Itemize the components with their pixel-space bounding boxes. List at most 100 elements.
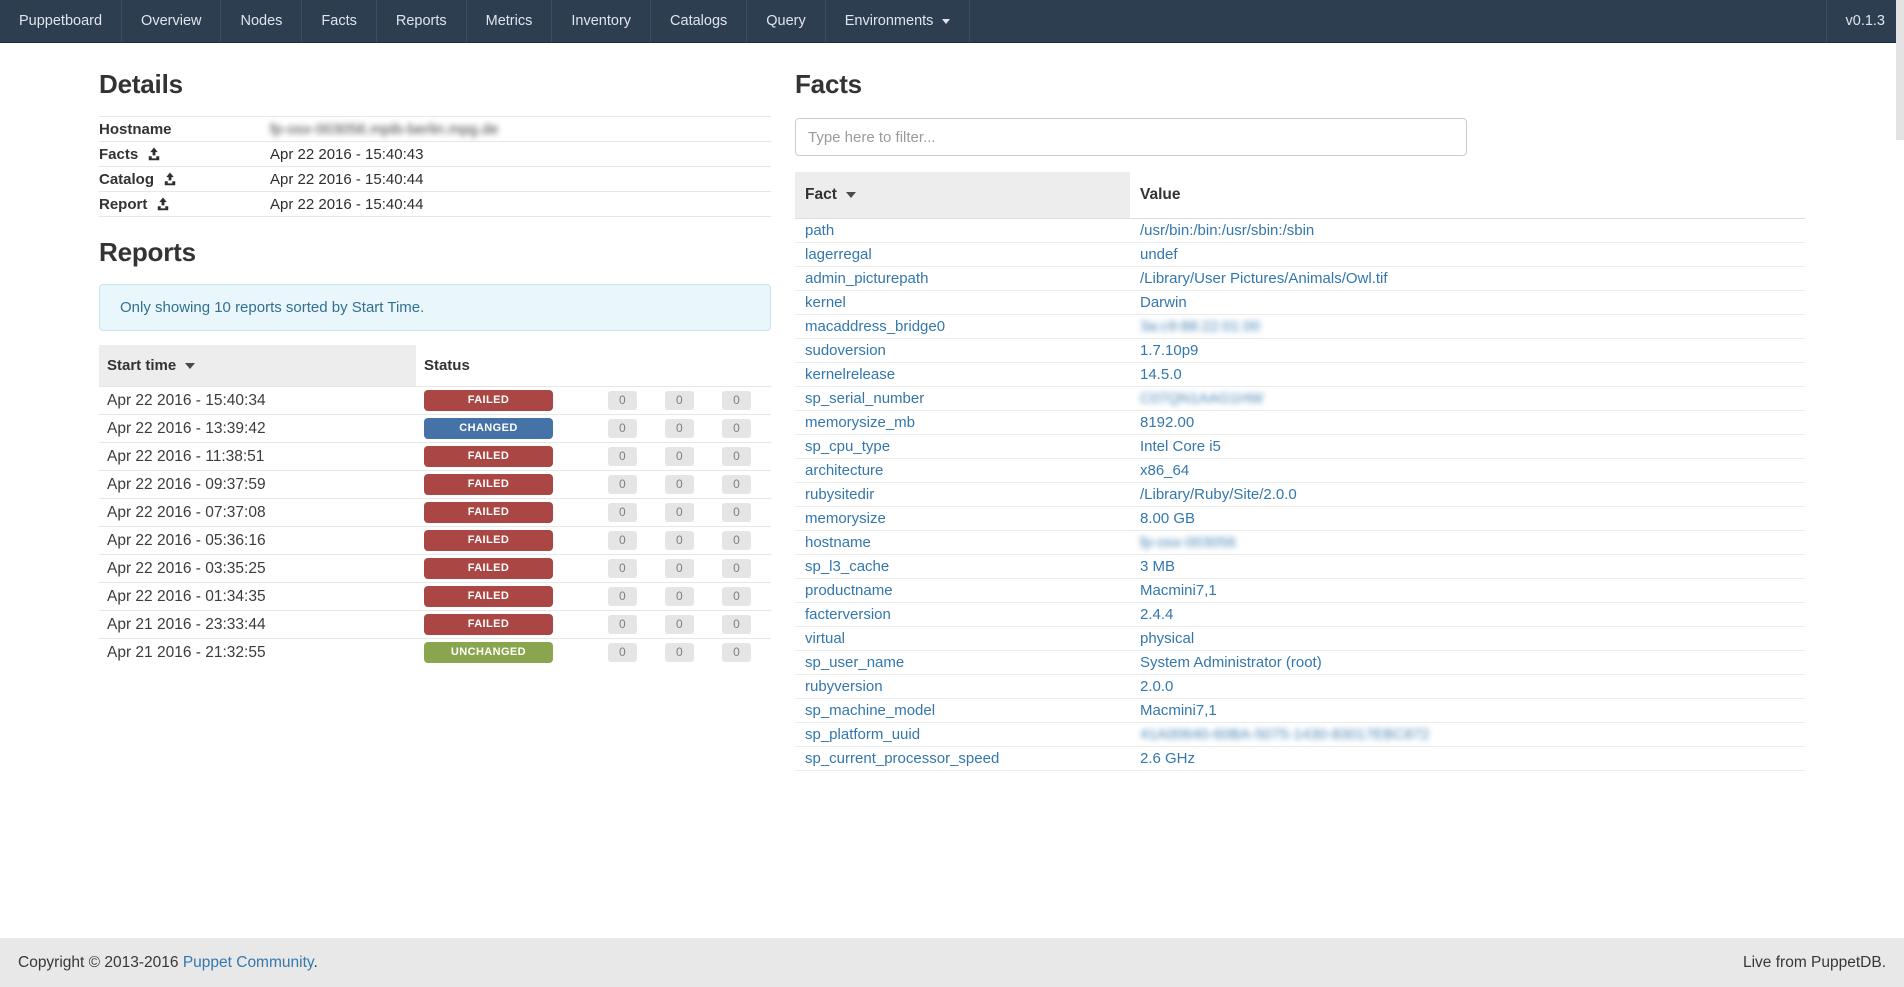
status-badge: CHANGED <box>424 418 553 439</box>
fact-name-link[interactable]: sp_cpu_type <box>805 438 890 455</box>
fact-value-link[interactable]: undef <box>1140 246 1178 263</box>
nav-item[interactable]: Overview <box>122 0 221 42</box>
fact-name-link[interactable]: architecture <box>805 462 883 479</box>
fact-value-link[interactable]: Macmini7,1 <box>1140 702 1217 719</box>
scrollbar-thumb[interactable] <box>1896 0 1904 140</box>
facts-table: Fact Value path /usr/bin:/bin:/usr/sbi <box>795 172 1805 771</box>
fact-name-link[interactable]: kernel <box>805 294 846 311</box>
nav-item-label: Overview <box>141 13 201 29</box>
fact-value-link[interactable]: 3a:c9:88:22:01:00 <box>1140 318 1260 335</box>
count-badge: 0 <box>722 615 751 634</box>
fact-value-cell: Macmini7,1 <box>1130 579 1805 603</box>
fact-row: virtual physical <box>795 627 1805 651</box>
facts-header-value[interactable]: Value <box>1130 172 1805 219</box>
count-badge: 0 <box>722 447 751 466</box>
fact-value-cell: Darwin <box>1130 291 1805 315</box>
details-row: Facts Apr 22 2016 - 15:40:43 <box>99 142 771 167</box>
fact-value-cell: Macmini7,1 <box>1130 699 1805 723</box>
fact-value-cell: Intel Core i5 <box>1130 435 1805 459</box>
fact-value-link[interactable]: Macmini7,1 <box>1140 582 1217 599</box>
main-content: Details Hostname fp-osx-003056.mpib-ber <box>0 43 1904 771</box>
fact-value-cell: undef <box>1130 243 1805 267</box>
fact-value-link[interactable]: x86_64 <box>1140 462 1189 479</box>
fact-value-link[interactable]: C07QN1AAG1HW <box>1140 390 1263 407</box>
fact-name-link[interactable]: sp_l3_cache <box>805 558 889 575</box>
fact-value-link[interactable]: 14.5.0 <box>1140 366 1182 383</box>
fact-name-link[interactable]: sp_current_processor_speed <box>805 750 999 767</box>
fact-name-link[interactable]: hostname <box>805 534 871 551</box>
nav-item[interactable]: Nodes <box>221 0 302 42</box>
facts-filter-input[interactable] <box>795 118 1467 156</box>
navbar-brand[interactable]: Puppetboard <box>0 0 122 42</box>
count-badge: 0 <box>665 531 694 550</box>
nav-item[interactable]: Facts <box>302 0 376 42</box>
fact-name-link[interactable]: productname <box>805 582 893 599</box>
fact-name-link[interactable]: kernelrelease <box>805 366 895 383</box>
fact-name-link[interactable]: sp_user_name <box>805 654 904 671</box>
status-badge: FAILED <box>424 446 553 467</box>
fact-value-link[interactable]: 2.0.0 <box>1140 678 1173 695</box>
report-status-cell: FAILED <box>416 443 600 471</box>
reports-header-start-time[interactable]: Start time <box>99 345 416 387</box>
fact-name-link[interactable]: memorysize_mb <box>805 414 915 431</box>
fact-value-link[interactable]: 41A00640-60BA-5075-1430-83017EBC872 <box>1140 726 1429 743</box>
reports-table: Start time Status Apr 22 2016 - 15:40:34… <box>99 345 771 666</box>
puppet-community-link[interactable]: Puppet Community <box>183 954 314 971</box>
fact-name-link[interactable]: memorysize <box>805 510 886 527</box>
report-status-cell: FAILED <box>416 471 600 499</box>
fact-name-link[interactable]: macaddress_bridge0 <box>805 318 945 335</box>
fact-value-link[interactable]: Intel Core i5 <box>1140 438 1221 455</box>
nav-item[interactable]: Metrics <box>467 0 553 42</box>
facts-header-fact[interactable]: Fact <box>795 172 1130 219</box>
fact-row: architecture x86_64 <box>795 459 1805 483</box>
fact-value-link[interactable]: /Library/Ruby/Site/2.0.0 <box>1140 486 1297 503</box>
fact-name-link[interactable]: lagerregal <box>805 246 872 263</box>
nav-item[interactable]: Catalogs <box>651 0 747 42</box>
fact-name-link[interactable]: virtual <box>805 630 845 647</box>
fact-name-link[interactable]: sp_platform_uuid <box>805 726 920 743</box>
fact-name-link[interactable]: rubyversion <box>805 678 883 695</box>
fact-value-link[interactable]: 2.6 GHz <box>1140 750 1195 767</box>
fact-name-cell: sp_machine_model <box>795 699 1130 723</box>
fact-row: path /usr/bin:/bin:/usr/sbin:/sbin <box>795 219 1805 243</box>
status-badge: FAILED <box>424 530 553 551</box>
fact-value-link[interactable]: 8192.00 <box>1140 414 1194 431</box>
fact-value-link[interactable]: 3 MB <box>1140 558 1175 575</box>
report-count-cell: 0 <box>600 611 657 639</box>
fact-value-link[interactable]: 1.7.10p9 <box>1140 342 1198 359</box>
fact-value-link[interactable]: physical <box>1140 630 1194 647</box>
nav-item-label: Catalogs <box>670 13 727 29</box>
report-count-cell: 0 <box>657 499 714 527</box>
fact-value-link[interactable]: 2.4.4 <box>1140 606 1173 623</box>
fact-name-link[interactable]: rubysitedir <box>805 486 874 503</box>
details-value: fp-osx-003056.mpib-berlin.mpg.de <box>270 121 771 138</box>
fact-name-link[interactable]: sp_machine_model <box>805 702 935 719</box>
version-badge: v0.1.3 <box>1826 0 1904 42</box>
upload-icon <box>147 147 161 161</box>
report-count-cell: 0 <box>714 527 771 555</box>
fact-value-link[interactable]: /usr/bin:/bin:/usr/sbin:/sbin <box>1140 222 1314 239</box>
count-badge: 0 <box>722 503 751 522</box>
nav-item-label: Reports <box>396 13 447 29</box>
count-badge: 0 <box>665 643 694 662</box>
fact-name-link[interactable]: facterversion <box>805 606 891 623</box>
count-badge: 0 <box>722 559 751 578</box>
fact-value-link[interactable]: 8.00 GB <box>1140 510 1195 527</box>
reports-header-status[interactable]: Status <box>416 345 771 387</box>
fact-name-link[interactable]: admin_picturepath <box>805 270 928 287</box>
report-start-time: Apr 22 2016 - 13:39:42 <box>99 415 416 443</box>
fact-value-link[interactable]: Darwin <box>1140 294 1187 311</box>
nav-item-environments[interactable]: Environments <box>826 0 971 42</box>
nav-item[interactable]: Reports <box>377 0 467 42</box>
fact-value-link[interactable]: System Administrator (root) <box>1140 654 1322 671</box>
fact-name-cell: memorysize_mb <box>795 411 1130 435</box>
fact-value-link[interactable]: fp-osx-003056 <box>1140 534 1236 551</box>
count-badge: 0 <box>665 475 694 494</box>
fact-name-link[interactable]: path <box>805 222 834 239</box>
nav-item[interactable]: Inventory <box>552 0 651 42</box>
fact-value-link[interactable]: /Library/User Pictures/Animals/Owl.tif <box>1140 270 1388 287</box>
nav-item[interactable]: Query <box>747 0 826 42</box>
fact-name-link[interactable]: sp_serial_number <box>805 390 924 407</box>
fact-name-cell: admin_picturepath <box>795 267 1130 291</box>
fact-name-link[interactable]: sudoversion <box>805 342 886 359</box>
